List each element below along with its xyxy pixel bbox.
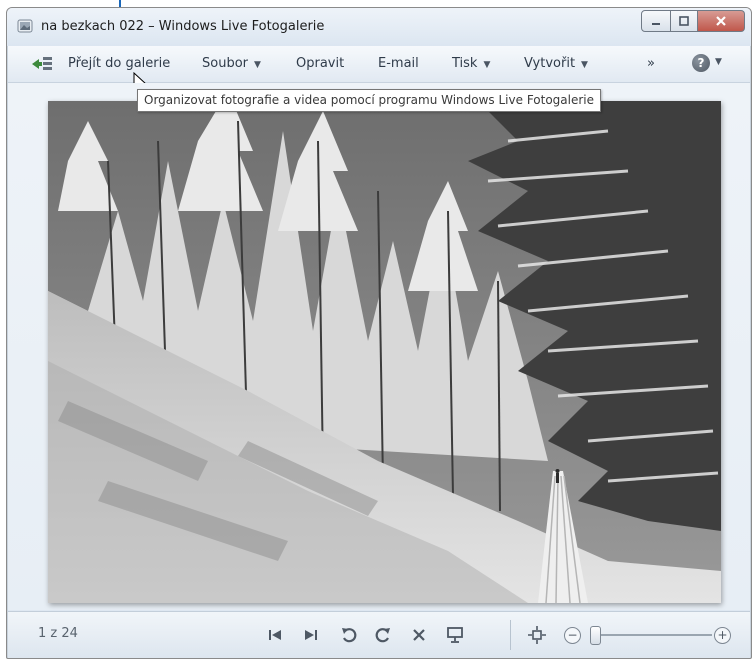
- email-button[interactable]: E-mail: [378, 56, 419, 71]
- rotate-right-icon: [375, 628, 390, 643]
- title-bar[interactable]: na bezkach 022 – Windows Live Fotogaleri…: [7, 8, 751, 46]
- photo-viewing-area: [8, 83, 750, 610]
- slideshow-button[interactable]: [444, 624, 466, 646]
- zoom-in-icon[interactable]: +: [714, 627, 731, 644]
- status-bar: 1 z 24 − +: [8, 611, 750, 658]
- goto-gallery-icon[interactable]: [30, 55, 54, 73]
- maximize-button[interactable]: [671, 10, 698, 32]
- zoom-slider-thumb[interactable]: [590, 626, 601, 645]
- create-menu-button[interactable]: Vytvořit ▼: [524, 56, 588, 71]
- close-icon: [716, 16, 726, 26]
- winter-forest-image: [48, 101, 721, 603]
- chevron-down-icon: ▼: [254, 60, 261, 70]
- zoom-slider-track[interactable]: [596, 634, 712, 636]
- delete-button[interactable]: [408, 624, 430, 646]
- file-menu-label: Soubor: [202, 56, 248, 71]
- previous-button[interactable]: [264, 624, 286, 646]
- delete-icon: [413, 629, 425, 641]
- slideshow-icon: [447, 627, 463, 643]
- next-button[interactable]: [300, 624, 322, 646]
- rotate-left-icon: [342, 628, 357, 643]
- previous-icon: [269, 630, 281, 640]
- status-separator: [510, 620, 511, 650]
- close-button[interactable]: [698, 10, 745, 32]
- goto-gallery-tooltip: Organizovat fotografie a videa pomocí pr…: [137, 89, 602, 112]
- goto-gallery-button[interactable]: Přejít do galerie: [68, 56, 170, 71]
- more-commands-button[interactable]: »: [647, 56, 655, 71]
- app-icon: [17, 19, 33, 33]
- photo-viewer-window: na bezkach 022 – Windows Live Fotogaleri…: [6, 7, 752, 659]
- window-title: na bezkach 022 – Windows Live Fotogaleri…: [41, 19, 325, 34]
- fix-button[interactable]: Opravit: [296, 56, 344, 71]
- next-icon: [305, 630, 317, 640]
- chevron-down-icon[interactable]: ▼: [715, 57, 722, 67]
- rotate-left-button[interactable]: [338, 624, 360, 646]
- window-controls: [641, 10, 745, 32]
- maximize-icon: [679, 16, 689, 26]
- actual-size-button[interactable]: [526, 624, 548, 646]
- print-menu-label: Tisk: [452, 56, 478, 71]
- command-toolbar: Přejít do galerie Soubor ▼ Opravit E-mail…: [8, 46, 750, 83]
- print-menu-button[interactable]: Tisk ▼: [452, 56, 490, 71]
- minimize-icon: [652, 23, 660, 25]
- minimize-button[interactable]: [641, 10, 671, 32]
- photo-winter-forest[interactable]: [48, 101, 721, 603]
- actual-size-icon: [528, 626, 546, 644]
- chevron-down-icon: ▼: [581, 60, 588, 70]
- photo-counter: 1 z 24: [38, 626, 78, 641]
- file-menu-button[interactable]: Soubor ▼: [202, 56, 261, 71]
- zoom-out-icon[interactable]: −: [564, 627, 581, 644]
- rotate-right-button[interactable]: [372, 624, 394, 646]
- help-icon[interactable]: ?: [692, 54, 710, 72]
- chevron-down-icon: ▼: [483, 60, 491, 70]
- create-menu-label: Vytvořit: [524, 56, 576, 71]
